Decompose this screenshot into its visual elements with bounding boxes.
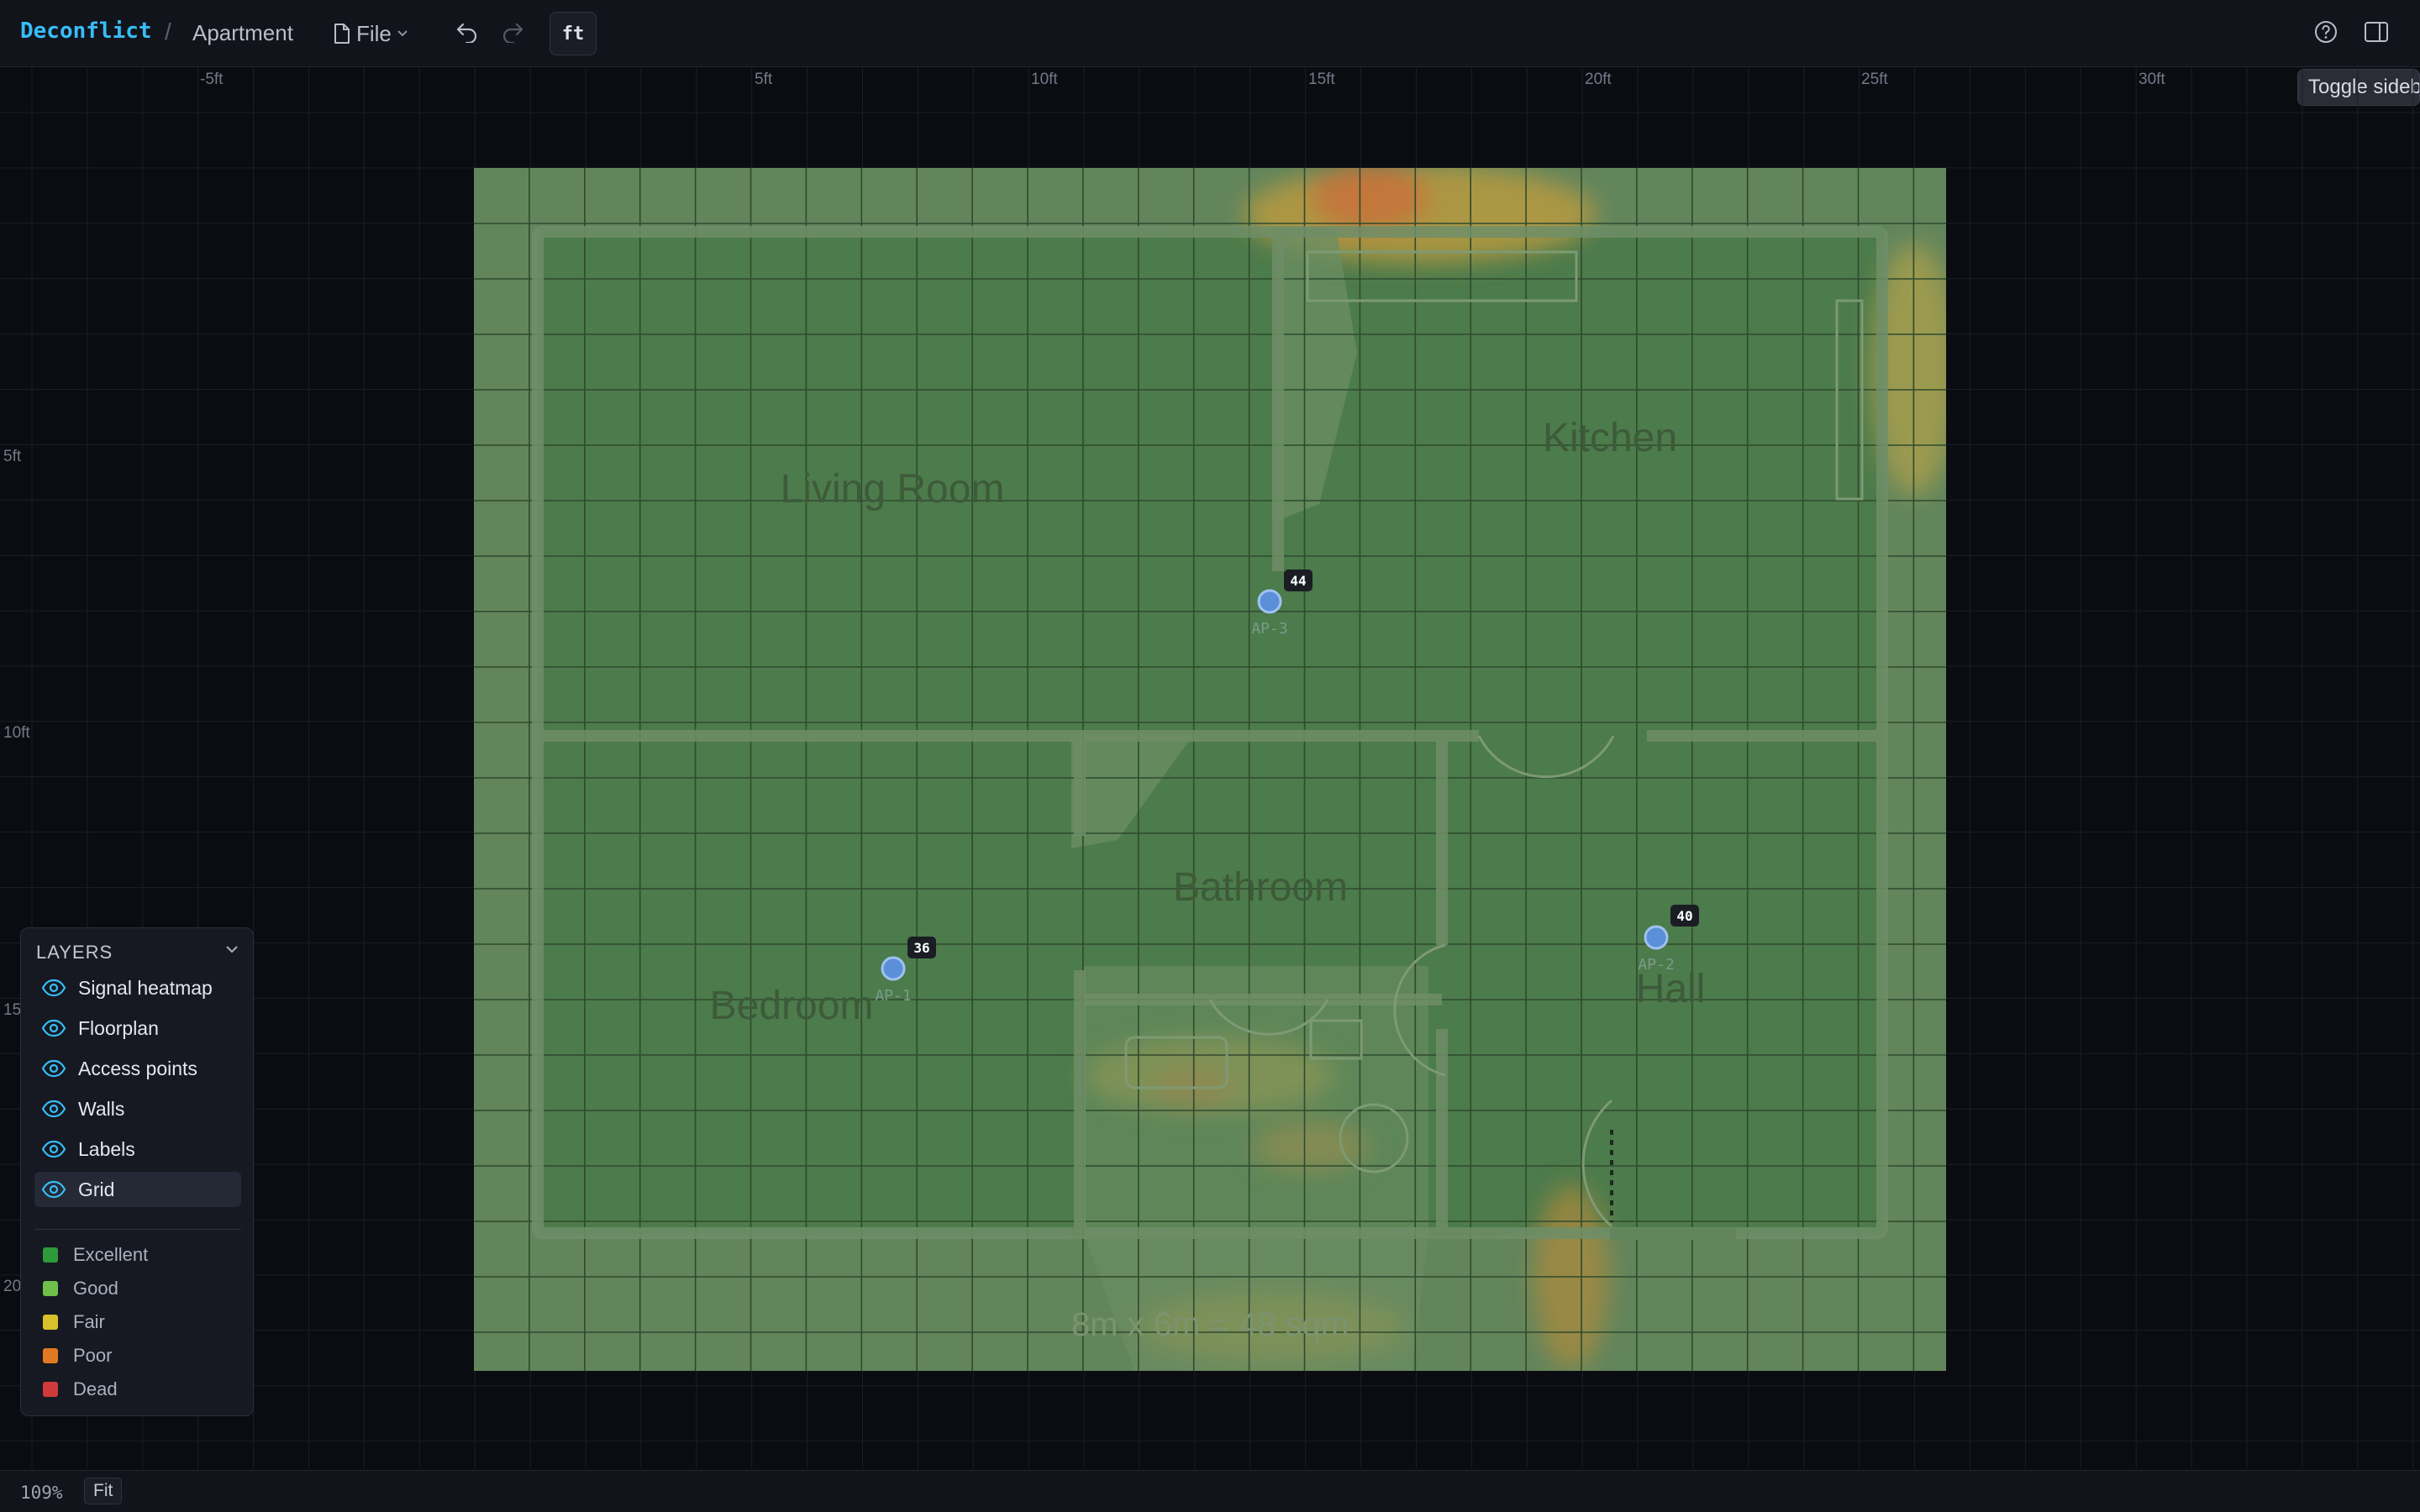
sidebar-toggle-button[interactable] xyxy=(2361,18,2391,49)
ap-3-label: AP-3 xyxy=(1251,620,1287,638)
legend-swatch xyxy=(43,1382,58,1397)
project-name[interactable]: Apartment xyxy=(192,20,293,46)
ruler-x-label: 5ft xyxy=(755,71,773,88)
floorplan-svg: Living Room Kitchen Bathroom Bedroom Hal… xyxy=(0,67,2420,1468)
file-menu-label: File xyxy=(356,20,392,46)
eye-icon xyxy=(41,1018,66,1038)
ap-1-badge: 36 xyxy=(913,940,929,956)
ruler-x-label: 20ft xyxy=(1585,71,1612,88)
eye-icon xyxy=(41,1179,66,1200)
eye-icon xyxy=(41,1058,66,1079)
legend-item-poor: Poor xyxy=(43,1345,112,1367)
room-label-bathroom[interactable]: Bathroom xyxy=(1173,865,1348,910)
legend-label: Good xyxy=(73,1278,118,1299)
fit-button[interactable]: Fit xyxy=(84,1478,123,1504)
ap-2-label: AP-2 xyxy=(1638,956,1674,974)
legend-label: Fair xyxy=(73,1311,105,1332)
legend-item-fair: Fair xyxy=(43,1311,105,1333)
layer-toggle-access-points[interactable]: Access points xyxy=(34,1051,241,1086)
redo-button[interactable] xyxy=(497,18,528,49)
layer-label: Signal heatmap xyxy=(78,976,213,999)
status-bar: 109% Fit xyxy=(0,1470,2420,1512)
ap-3-badge: 44 xyxy=(1290,573,1306,589)
legend-item-good: Good xyxy=(43,1278,118,1299)
legend-swatch xyxy=(43,1348,58,1363)
sidebar-toggle-icon xyxy=(2364,20,2389,48)
legend-item-excellent: Excellent xyxy=(43,1244,148,1266)
zoom-level: 109% xyxy=(20,1483,63,1503)
file-icon xyxy=(333,23,351,45)
redo-icon xyxy=(501,21,524,47)
layer-label: Grid xyxy=(78,1178,115,1200)
file-menu-button[interactable]: File xyxy=(333,17,408,50)
layer-toggle-grid[interactable]: Grid xyxy=(34,1172,241,1207)
app-logo[interactable]: Deconflict xyxy=(20,18,152,44)
legend-swatch xyxy=(43,1281,58,1296)
area-label: 8m x 6m = 48 sqm xyxy=(1071,1306,1349,1343)
chevron-down-icon[interactable] xyxy=(224,943,239,959)
ruler-x-label: -5ft xyxy=(200,71,224,88)
room-label-kitchen[interactable]: Kitchen xyxy=(1543,416,1677,460)
legend-label: Poor xyxy=(73,1345,113,1366)
ap-2-badge: 40 xyxy=(1676,908,1692,924)
top-bar: Deconflict / Apartment File ft xyxy=(0,0,2420,67)
help-button[interactable] xyxy=(2311,18,2341,49)
layer-toggle-walls[interactable]: Walls xyxy=(34,1091,241,1126)
legend-label: Excellent xyxy=(73,1244,149,1265)
ruler-x-label: 30ft xyxy=(2139,71,2165,88)
ruler-y-label: 5ft xyxy=(3,448,22,465)
floorplan-canvas[interactable]: Living Room Kitchen Bathroom Bedroom Hal… xyxy=(0,67,2420,1468)
layer-toggle-signal-heatmap[interactable]: Signal heatmap xyxy=(34,970,241,1005)
layer-toggle-floorplan[interactable]: Floorplan xyxy=(34,1011,241,1046)
breadcrumb-separator: / xyxy=(165,18,171,45)
layers-panel-title: LAYERS xyxy=(36,942,113,963)
layer-label: Floorplan xyxy=(78,1016,159,1039)
room-label-living-room[interactable]: Living Room xyxy=(781,467,1005,512)
ruler-y-label: 10ft xyxy=(3,724,30,742)
ap-1-label: AP-1 xyxy=(875,987,911,1005)
divider xyxy=(34,1229,241,1230)
layers-panel: LAYERS Signal heatmap Floorplan Access p… xyxy=(20,927,254,1416)
ruler-x-label: 15ft xyxy=(1308,71,1335,88)
layer-label: Walls xyxy=(78,1097,125,1120)
help-circle-icon xyxy=(2313,19,2338,49)
eye-icon xyxy=(41,978,66,998)
undo-button[interactable] xyxy=(452,18,482,49)
legend-swatch xyxy=(43,1315,58,1330)
undo-icon xyxy=(455,21,479,47)
eye-icon xyxy=(41,1139,66,1159)
unit-toggle-button[interactable]: ft xyxy=(550,12,597,55)
legend-swatch xyxy=(43,1247,58,1263)
legend-item-dead: Dead xyxy=(43,1378,118,1400)
layer-toggle-labels[interactable]: Labels xyxy=(34,1131,241,1167)
layer-label: Labels xyxy=(78,1137,135,1160)
ruler-x-label: 25ft xyxy=(1861,71,1888,88)
layer-label: Access points xyxy=(78,1057,197,1079)
legend-label: Dead xyxy=(73,1378,118,1399)
eye-icon xyxy=(41,1099,66,1119)
room-label-bedroom[interactable]: Bedroom xyxy=(710,984,874,1028)
chevron-down-icon xyxy=(397,29,408,38)
ruler-x-label: 10ft xyxy=(1031,71,1058,88)
